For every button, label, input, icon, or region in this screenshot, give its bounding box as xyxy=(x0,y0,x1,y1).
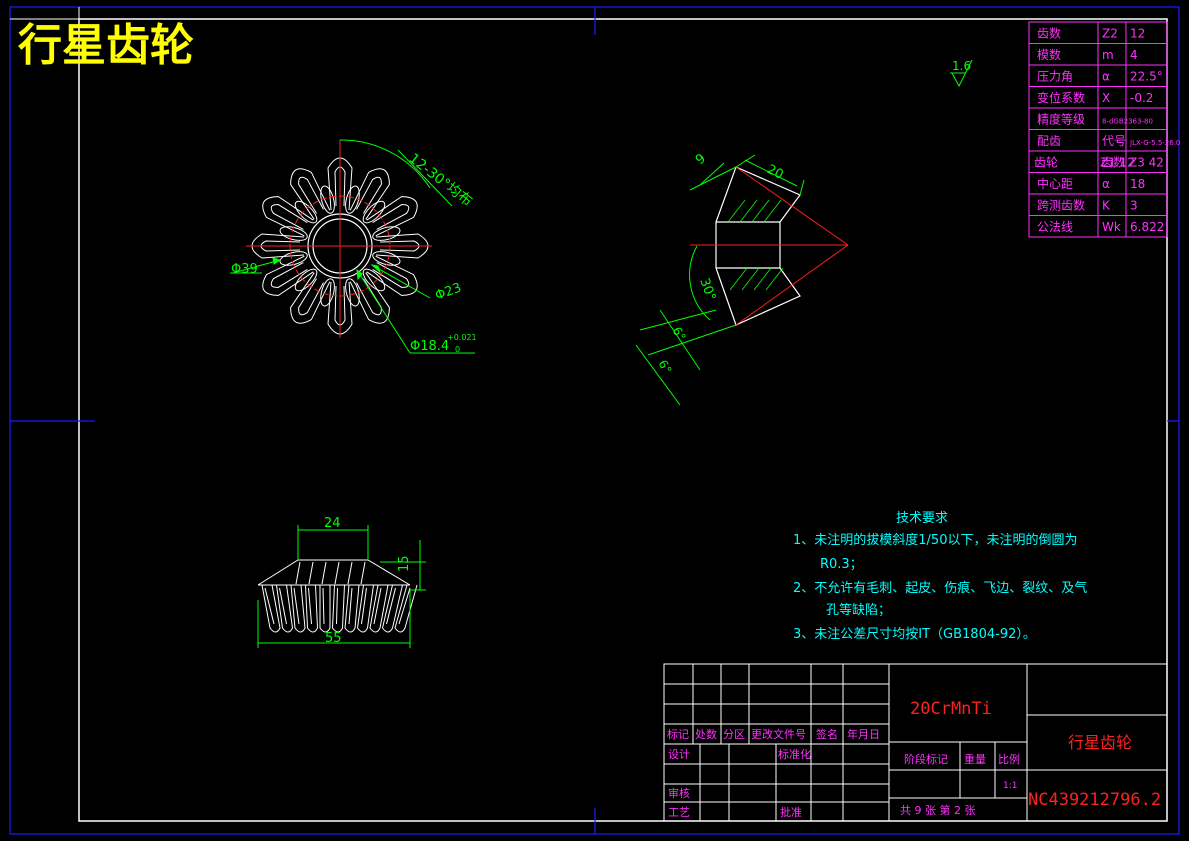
inner-frame xyxy=(78,18,1168,822)
gear-tooth xyxy=(290,168,331,220)
tb-scale-label: 比例 xyxy=(998,752,1020,766)
param-cell-5-1: 代号 xyxy=(1102,134,1126,148)
centering-marks xyxy=(10,7,1179,834)
param-cell-1-0: 模数 xyxy=(1037,47,1061,62)
dim-6b: 6° xyxy=(655,358,674,377)
outer-border xyxy=(9,6,1180,835)
gear-tooth-small xyxy=(320,278,335,307)
param-cell-8-2: 3 xyxy=(1130,199,1138,213)
elev-tooth xyxy=(394,584,418,633)
dim-15: 15 xyxy=(397,555,412,572)
param-cell-5-2: JLX-G-5.5-26.0 xyxy=(1129,139,1180,147)
param-cell-1-1: m xyxy=(1102,48,1114,62)
elev-tooth xyxy=(305,584,319,633)
param-cell-6-3: Z3 42 xyxy=(1129,156,1164,170)
param-cell-7-0: 中心距 xyxy=(1037,176,1073,191)
elev-tooth xyxy=(276,584,294,633)
param-cell-3-1: X xyxy=(1102,91,1110,105)
tb-standard: 标准化 xyxy=(778,747,811,761)
tech-line2: 2、不允许有毛刺、起皮、伤痕、飞边、裂纹、及气 xyxy=(793,580,1087,596)
tb-weight: 重量 xyxy=(964,752,986,766)
hdr-1: 处数 xyxy=(695,728,717,741)
dim-24: 24 xyxy=(324,516,341,531)
gear-tooth xyxy=(262,196,314,237)
roughness-value: 1.6 xyxy=(952,59,971,73)
gear-tooth xyxy=(349,168,390,220)
gear-tooth xyxy=(290,272,331,324)
dim-55: 55 xyxy=(325,631,342,646)
dim-tol-plus: +0.021 xyxy=(447,333,477,342)
tech-line3: 3、未注公差尺寸均按IT（GB1804-92）。 xyxy=(793,627,1036,642)
tb-sheets: 共 9 张 第 2 张 xyxy=(900,803,975,817)
gear-tooth-small xyxy=(320,185,335,214)
gear-tooth xyxy=(366,196,418,237)
gear-tooth xyxy=(349,272,390,324)
drawing-title: 行星齿轮 xyxy=(18,20,194,71)
gear-param-table: 齿数 Z2 12 模数 m 4 压力角 α 22.5° 变位系数 X -0.2 精度等级 8-dGB236… xyxy=(1028,21,1180,238)
tb-design: 设计 xyxy=(668,748,690,761)
gear-tooth-small xyxy=(372,226,401,241)
title-block: 标记 处数 分区 更改文件号 签名 年月日 设计 标准化 审核 工艺 批准 阶段… xyxy=(663,663,1168,822)
hdr-5: 年月日 xyxy=(847,727,880,741)
tech-line1b: R0.3； xyxy=(820,557,863,572)
tech-line2b: 孔等缺陷； xyxy=(826,602,891,618)
hdr-0: 标记 xyxy=(667,727,689,741)
hdr-2: 分区 xyxy=(723,728,745,741)
dim-20: 20 xyxy=(764,162,785,183)
tb-material: 20CrMnTi xyxy=(910,699,992,719)
elev-tooth xyxy=(290,584,306,633)
elev-tooth xyxy=(381,584,403,633)
gear-tooth xyxy=(262,255,314,296)
param-cell-4-1: 8-dGB2363-80 xyxy=(1102,118,1153,126)
cad-drawing: 行星齿轮 1.6 齿数 Z2 12 模数 m 4 压力角 α 22.5° 变位系数 X -0.2 精度等… xyxy=(9,6,1180,835)
dim-phi23: Φ23 xyxy=(433,281,463,304)
dim-phi18: Φ18.4 xyxy=(410,339,449,354)
tb-review: 审核 xyxy=(668,786,690,800)
param-cell-1-2: 4 xyxy=(1130,48,1138,62)
tech-heading: 技术要求 xyxy=(896,511,948,526)
tech-line1: 1、未注明的拔模斜度1/50以下，未注明的倒圆为 xyxy=(793,532,1077,548)
param-cell-8-0: 跨测齿数 xyxy=(1037,198,1085,213)
param-cell-6-0: 齿轮 xyxy=(1034,156,1058,170)
tech-requirements: 技术要求 1、未注明的拔模斜度1/50以下，未注明的倒圆为 R0.3； 2、不允… xyxy=(793,511,1087,642)
param-cell-0-2: 12 xyxy=(1130,27,1145,41)
param-cell-7-2: 18 xyxy=(1130,177,1145,191)
param-cell-4-0: 精度等级 xyxy=(1037,112,1085,127)
tb-stage: 阶段标记 xyxy=(904,752,948,766)
param-cell-9-1: Wk xyxy=(1102,220,1121,234)
dim-phi39: Φ39 xyxy=(231,262,258,277)
tb-process: 工艺 xyxy=(668,806,690,819)
elev-tooth xyxy=(331,584,345,633)
param-cell-9-2: 6.822 xyxy=(1130,220,1164,234)
dim-30deg: 30° xyxy=(696,276,718,303)
param-cell-8-1: K xyxy=(1102,199,1111,213)
elevation-view: 24 15 55 xyxy=(257,516,426,648)
dim-6a: 6° xyxy=(669,325,688,344)
param-cell-2-0: 压力角 xyxy=(1037,70,1073,84)
hdr-3: 更改文件号 xyxy=(751,727,806,741)
param-cell-2-2: 22.5° xyxy=(1130,70,1163,84)
tb-part-name: 行星齿轮 xyxy=(1068,733,1132,752)
dim-tol-zero: 0 xyxy=(455,345,460,354)
tb-scale: 1:1 xyxy=(1003,781,1017,791)
front-view: 12-30°均布 Φ39 Φ23 Φ18.4 +0.021 0 xyxy=(230,139,477,354)
param-cell-3-0: 变位系数 xyxy=(1037,90,1085,105)
dim-9: 9 xyxy=(693,151,709,168)
param-cell-0-0: 齿数 xyxy=(1037,26,1061,41)
section-view: 20 9 30° 6° 6° xyxy=(635,151,849,406)
param-cell-7-1: α xyxy=(1102,177,1110,191)
tb-approve: 批准 xyxy=(780,805,802,819)
param-cell-3-2: -0.2 xyxy=(1130,91,1153,105)
param-cell-2-1: α xyxy=(1102,70,1110,84)
param-cell-5-0: 配齿 xyxy=(1037,134,1061,148)
param-cell-0-1: Z2 xyxy=(1102,27,1118,41)
param-cell-9-0: 公法线 xyxy=(1037,220,1073,234)
hdr-4: 签名 xyxy=(816,727,838,741)
elev-tooth xyxy=(319,585,331,633)
tb-drawing-no: NC439212796.2 xyxy=(1028,790,1161,810)
